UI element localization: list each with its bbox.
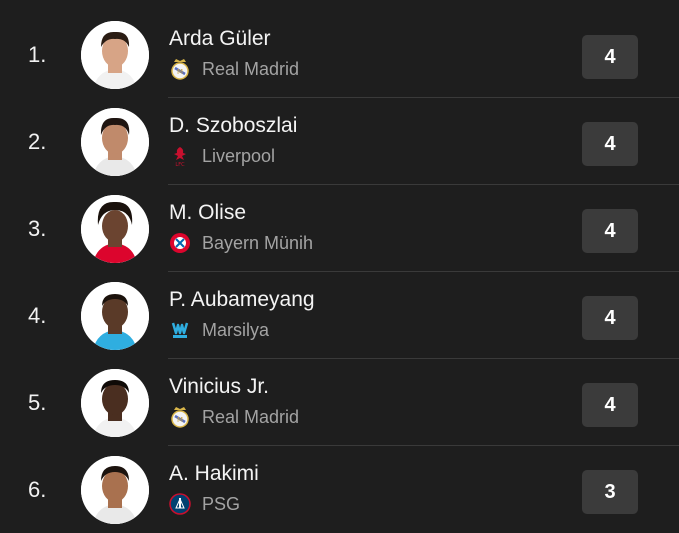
player-row[interactable]: 4. P. Aubameyang Marsilya 4 bbox=[0, 272, 679, 359]
rank-number: 3. bbox=[28, 216, 47, 241]
team-info: LFC Liverpool bbox=[169, 145, 275, 167]
real-madrid-crest-icon: M bbox=[169, 58, 191, 80]
liverpool-crest-icon: LFC bbox=[169, 145, 191, 167]
score-badge: 4 bbox=[582, 209, 638, 253]
player-row[interactable]: 2. D. Szoboszlai LFC Liverpool 4 bbox=[0, 98, 679, 185]
team-info: M Real Madrid bbox=[169, 406, 299, 428]
rank-number: 6. bbox=[28, 477, 47, 502]
svg-text:LFC: LFC bbox=[175, 162, 185, 167]
score-badge: 4 bbox=[582, 35, 638, 79]
player-avatar bbox=[81, 456, 149, 524]
team-info: M Real Madrid bbox=[169, 58, 299, 80]
team-info: Marsilya bbox=[169, 319, 269, 341]
player-row[interactable]: 1. Arda Güler M Real Madrid 4 bbox=[0, 11, 679, 98]
rank-number: 1. bbox=[28, 42, 47, 67]
team-info: Bayern Münih bbox=[169, 232, 313, 254]
score-badge: 3 bbox=[582, 470, 638, 514]
rank-number: 4. bbox=[28, 303, 47, 328]
marseille-crest-icon bbox=[169, 319, 191, 341]
score-badge: 4 bbox=[582, 122, 638, 166]
player-name: A. Hakimi bbox=[169, 462, 259, 485]
svg-text:M: M bbox=[177, 416, 183, 424]
player-avatar bbox=[81, 369, 149, 437]
player-avatar bbox=[81, 195, 149, 263]
team-name: Bayern Münih bbox=[202, 232, 314, 253]
player-ranking-list: 1. Arda Güler M Real Madrid 4 2. D. Szob… bbox=[0, 0, 679, 533]
team-info: PSG bbox=[169, 493, 240, 515]
svg-text:M: M bbox=[177, 68, 183, 76]
score-badge: 4 bbox=[582, 383, 638, 427]
player-name: P. Aubameyang bbox=[169, 288, 315, 311]
rank-number: 5. bbox=[28, 390, 47, 415]
player-row[interactable]: 5. Vinicius Jr. M Real Madrid 4 bbox=[0, 359, 679, 446]
team-name: Real Madrid bbox=[202, 406, 300, 427]
player-row[interactable]: 6. A. Hakimi PSG 3 bbox=[0, 446, 679, 533]
bayern-crest-icon bbox=[169, 232, 191, 254]
player-name: Vinicius Jr. bbox=[169, 375, 269, 398]
score-badge: 4 bbox=[582, 296, 638, 340]
player-avatar bbox=[81, 21, 149, 89]
psg-crest-icon bbox=[169, 493, 191, 515]
rank-number: 2. bbox=[28, 129, 47, 154]
player-name: M. Olise bbox=[169, 201, 247, 224]
player-avatar bbox=[81, 282, 149, 350]
player-avatar bbox=[81, 108, 149, 176]
real-madrid-crest-icon: M bbox=[169, 406, 191, 428]
team-name: PSG bbox=[202, 493, 241, 514]
player-name: Arda Güler bbox=[169, 27, 271, 50]
team-name: Liverpool bbox=[202, 145, 276, 166]
player-row[interactable]: 3. M. Olise Bayern Münih 4 bbox=[0, 185, 679, 272]
player-name: D. Szoboszlai bbox=[169, 114, 298, 137]
team-name: Marsilya bbox=[202, 319, 270, 340]
team-name: Real Madrid bbox=[202, 58, 300, 79]
